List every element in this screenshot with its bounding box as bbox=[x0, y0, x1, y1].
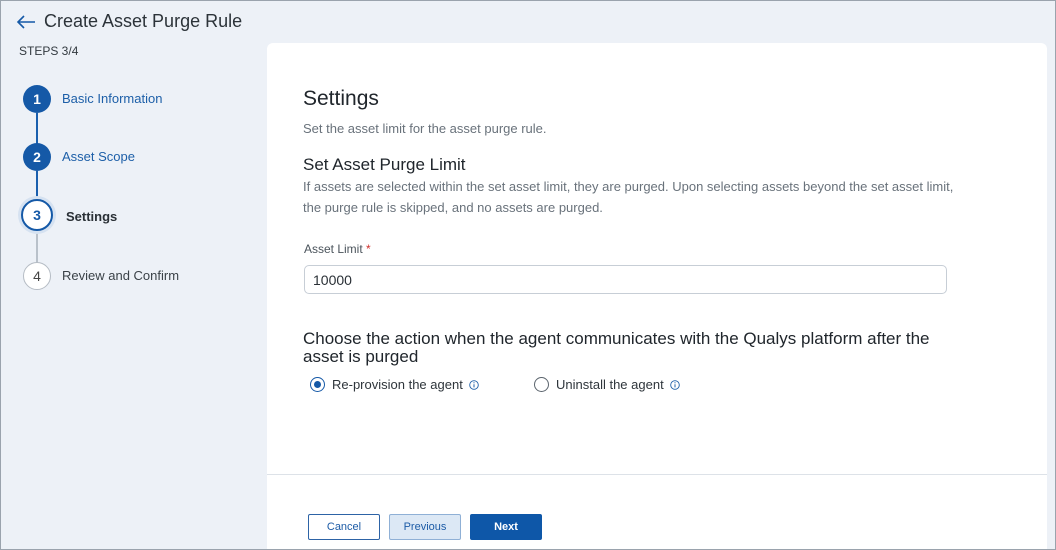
step-connector bbox=[36, 171, 38, 201]
footer-divider bbox=[267, 474, 1047, 475]
asset-limit-label: Asset Limit * bbox=[304, 242, 371, 256]
section-title: Settings bbox=[303, 87, 379, 110]
step-1-label[interactable]: Basic Information bbox=[62, 91, 162, 106]
reprovision-label: Re-provision the agent bbox=[332, 377, 463, 392]
step-2-label[interactable]: Asset Scope bbox=[62, 149, 135, 164]
settings-card: Settings Set the asset limit for the ass… bbox=[267, 43, 1047, 549]
required-marker: * bbox=[366, 242, 371, 256]
uninstall-agent-option[interactable]: Uninstall the agent bbox=[534, 377, 680, 392]
purge-limit-description: If assets are selected within the set as… bbox=[303, 179, 954, 215]
cancel-button[interactable]: Cancel bbox=[308, 514, 380, 540]
asset-limit-label-text: Asset Limit bbox=[304, 242, 363, 256]
uninstall-label: Uninstall the agent bbox=[556, 377, 664, 392]
step-3-indicator: 3 bbox=[21, 199, 53, 231]
purge-limit-title: Set Asset Purge Limit bbox=[303, 155, 466, 174]
previous-button[interactable]: Previous bbox=[389, 514, 461, 540]
step-2-indicator[interactable]: 2 bbox=[23, 143, 51, 171]
steps-progress-label: STEPS 3/4 bbox=[19, 44, 79, 58]
step-connector bbox=[36, 231, 38, 263]
reprovision-agent-option[interactable]: Re-provision the agent bbox=[310, 377, 479, 392]
page-title: Create Asset Purge Rule bbox=[44, 11, 243, 31]
step-3-label: Settings bbox=[66, 209, 118, 224]
info-icon[interactable] bbox=[669, 379, 680, 390]
uninstall-radio[interactable] bbox=[534, 377, 549, 392]
agent-action-title: Choose the action when the agent communi… bbox=[303, 329, 930, 366]
back-arrow-icon[interactable] bbox=[15, 12, 37, 32]
step-4-label: Review and Confirm bbox=[62, 268, 180, 283]
reprovision-radio[interactable] bbox=[310, 377, 325, 392]
step-4-indicator: 4 bbox=[23, 262, 51, 290]
step-connector bbox=[36, 113, 38, 145]
asset-limit-input[interactable] bbox=[304, 265, 947, 294]
step-1-indicator[interactable]: 1 bbox=[23, 85, 51, 113]
info-icon[interactable] bbox=[469, 379, 479, 390]
app-frame: Create Asset Purge Rule STEPS 3/4 1 Basi… bbox=[0, 0, 1056, 550]
next-button[interactable]: Next bbox=[470, 514, 542, 540]
section-description: Set the asset limit for the asset purge … bbox=[303, 121, 547, 136]
